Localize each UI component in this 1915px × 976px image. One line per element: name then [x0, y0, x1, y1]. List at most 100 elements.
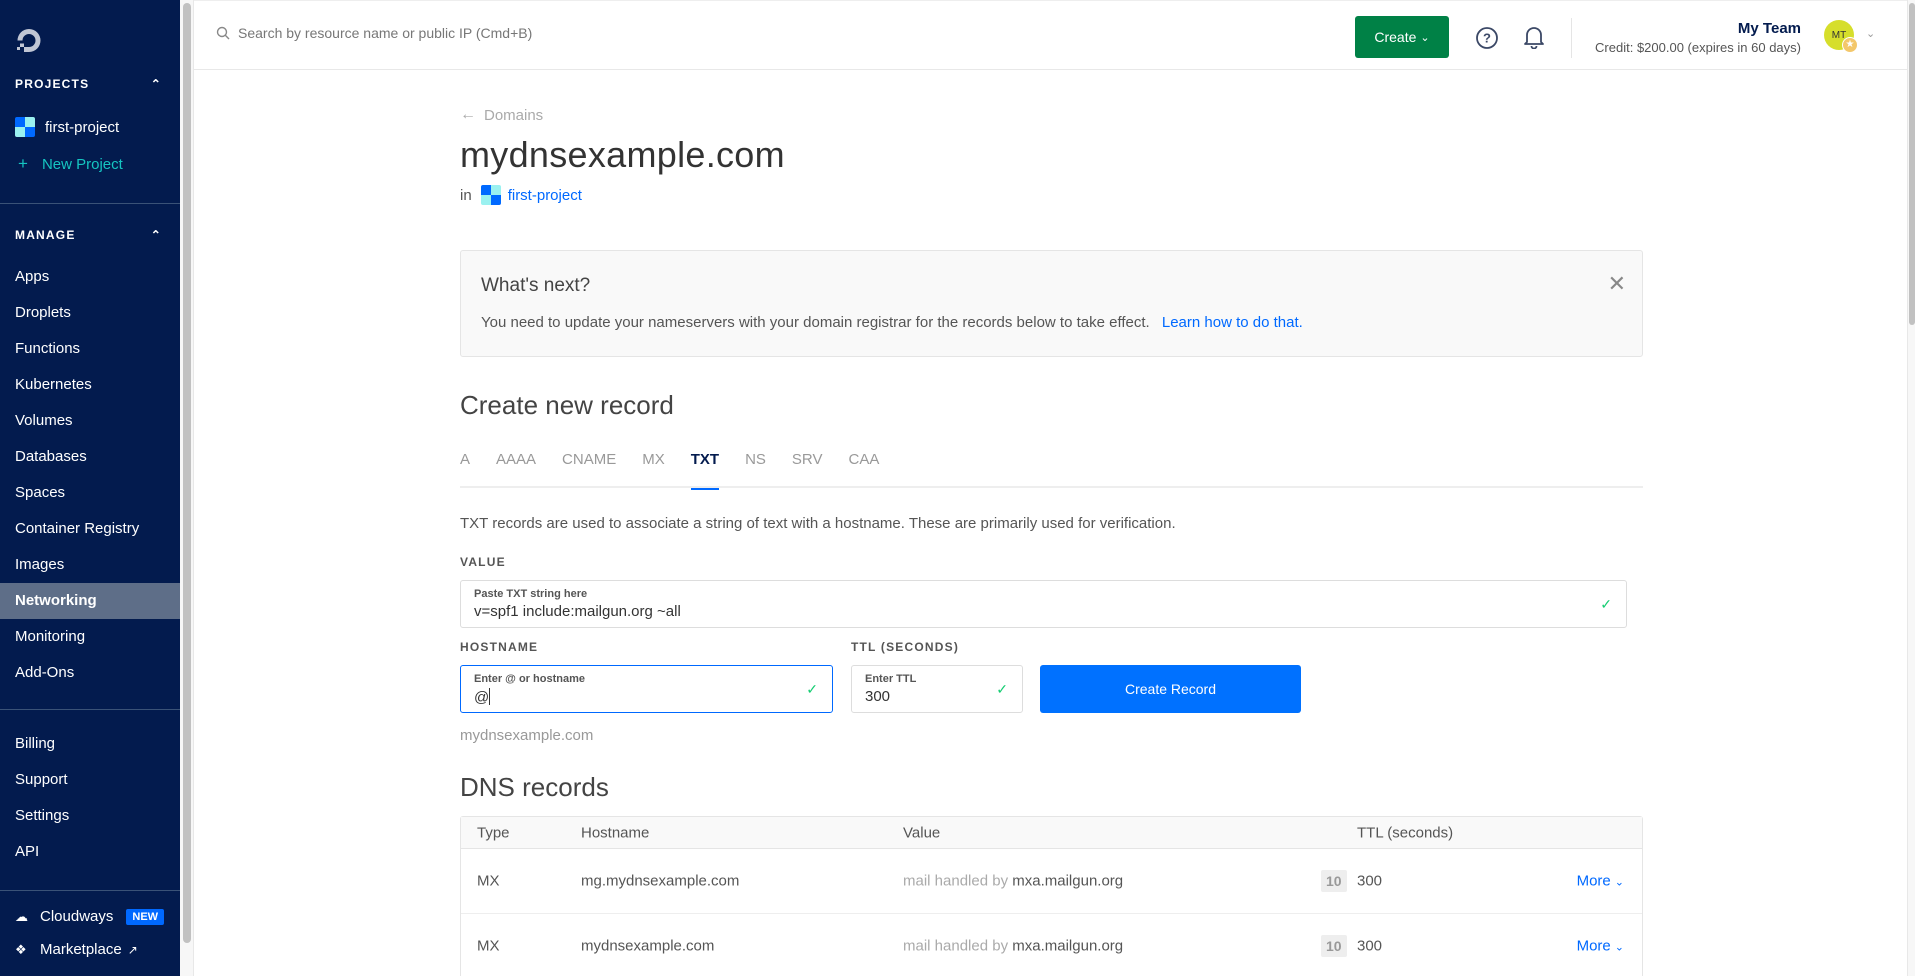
- back-to-domains-link[interactable]: ← Domains: [460, 106, 543, 124]
- team-info[interactable]: My Team Credit: $200.00 (expires in 60 d…: [1595, 20, 1801, 55]
- txt-value-input[interactable]: v=spf1 include:mailgun.org ~all: [474, 603, 1406, 620]
- more-button[interactable]: More ⌄: [1577, 938, 1624, 955]
- sidebar-item-api[interactable]: API: [0, 834, 180, 870]
- sidebar-item-spaces[interactable]: Spaces: [0, 475, 180, 511]
- tab-srv[interactable]: SRV: [792, 451, 823, 488]
- top-bar: Search by resource name or public IP (Cm…: [194, 0, 1907, 70]
- record-value: mail handled by mxa.mailgun.org: [903, 873, 1123, 890]
- tab-mx[interactable]: MX: [642, 451, 665, 488]
- manage-heading: MANAGE: [15, 228, 76, 242]
- column-header-type[interactable]: Type: [477, 824, 510, 841]
- record-type-tabs: A AAAA CNAME MX TXT NS SRV CAA: [460, 451, 1643, 490]
- tab-ns[interactable]: NS: [745, 451, 766, 488]
- topbar-divider: [1571, 18, 1572, 58]
- notice-title: What's next?: [481, 275, 591, 296]
- projects-heading: PROJECTS: [15, 77, 90, 91]
- hostname-input[interactable]: @: [474, 688, 771, 706]
- search-input[interactable]: Search by resource name or public IP (Cm…: [238, 25, 532, 41]
- create-button[interactable]: Create ⌄: [1355, 16, 1449, 58]
- digitalocean-logo-icon[interactable]: [14, 26, 44, 56]
- chevron-up-icon[interactable]: ⌃: [151, 77, 162, 91]
- sidebar-item-images[interactable]: Images: [0, 547, 180, 583]
- new-project-label: New Project: [41, 155, 123, 173]
- record-description: TXT records are used to associate a stri…: [460, 515, 1176, 532]
- create-record-heading: Create new record: [460, 390, 674, 420]
- sidebar-item-volumes[interactable]: Volumes: [0, 403, 180, 439]
- ttl-label: TTL (SECONDS): [851, 640, 960, 654]
- tab-aaaa[interactable]: AAAA: [496, 451, 536, 488]
- record-ttl: 300: [1357, 937, 1383, 955]
- learn-how-link[interactable]: Learn how to do that.: [1162, 314, 1303, 331]
- sidebar-item-droplets[interactable]: Droplets: [0, 295, 180, 331]
- page-title: mydnsexample.com: [460, 134, 785, 175]
- sidebar-divider: [0, 890, 180, 891]
- sidebar-item-apps[interactable]: Apps: [0, 259, 180, 295]
- column-header-value[interactable]: Value: [903, 824, 940, 841]
- sidebar-item-add-ons[interactable]: Add-Ons: [0, 655, 180, 691]
- hostname-field[interactable]: Enter @ or hostname @ ✓: [460, 665, 833, 713]
- value-label: VALUE: [460, 555, 506, 569]
- project-link[interactable]: first-project: [508, 187, 582, 204]
- value-target: mxa.mailgun.org: [1012, 872, 1124, 890]
- tab-txt[interactable]: TXT: [690, 451, 720, 490]
- sidebar-item-settings[interactable]: Settings: [0, 798, 180, 834]
- value-target: mxa.mailgun.org: [1012, 937, 1124, 955]
- marketplace-label: Marketplace: [40, 941, 122, 958]
- project-icon: [15, 117, 35, 137]
- project-label: first-project: [45, 118, 120, 136]
- more-label: More: [1576, 937, 1611, 955]
- priority-badge: 10: [1321, 870, 1347, 892]
- ttl-field-label: Enter TTL: [865, 673, 917, 685]
- sidebar-scrollbar-thumb[interactable]: [183, 3, 191, 943]
- bell-icon[interactable]: [1523, 25, 1545, 49]
- sidebar-item-functions[interactable]: Functions: [0, 331, 180, 367]
- chevron-down-icon: ⌄: [1614, 876, 1624, 889]
- ttl-field[interactable]: Enter TTL 300 ✓: [851, 665, 1023, 713]
- priority-badge: 10: [1321, 935, 1347, 957]
- projects-section-header[interactable]: PROJECTS ⌃: [15, 77, 162, 91]
- main-scrollbar-thumb[interactable]: [1909, 3, 1915, 325]
- sidebar-item-databases[interactable]: Databases: [0, 439, 180, 475]
- arrow-left-icon: ←: [460, 106, 476, 123]
- more-button[interactable]: More ⌄: [1577, 873, 1624, 890]
- column-header-hostname[interactable]: Hostname: [581, 824, 649, 841]
- tab-a[interactable]: A: [460, 451, 470, 488]
- hostname-field-label: Enter @ or hostname: [474, 673, 585, 685]
- ttl-input[interactable]: 300: [865, 688, 1001, 705]
- create-record-button[interactable]: Create Record: [1040, 665, 1301, 713]
- check-icon: ✓: [1600, 596, 1612, 612]
- sidebar-item-marketplace[interactable]: ❖ Marketplace ↗: [15, 941, 138, 958]
- table-row: MX mydnsexample.com mail handled by mxa.…: [461, 914, 1642, 976]
- txt-value-field[interactable]: Paste TXT string here v=spf1 include:mai…: [460, 580, 1627, 628]
- chevron-up-icon[interactable]: ⌃: [151, 228, 162, 242]
- cube-icon: ❖: [15, 941, 27, 957]
- search-bar[interactable]: Search by resource name or public IP (Cm…: [216, 25, 532, 41]
- manage-section-header[interactable]: MANAGE ⌃: [15, 228, 162, 242]
- chevron-down-icon[interactable]: ⌄: [1866, 27, 1875, 40]
- column-header-ttl[interactable]: TTL (seconds): [1357, 824, 1453, 841]
- project-icon: [480, 185, 501, 205]
- sidebar-item-cloudways[interactable]: ☁ Cloudways NEW: [15, 908, 165, 925]
- sidebar-project-first-project[interactable]: first-project: [15, 117, 119, 137]
- sidebar-item-container-registry[interactable]: Container Registry: [0, 511, 180, 547]
- close-icon[interactable]: ✕: [1608, 273, 1626, 295]
- tab-caa[interactable]: CAA: [848, 451, 879, 488]
- cloud-icon: ☁: [15, 908, 28, 924]
- sidebar-item-networking[interactable]: Networking: [0, 583, 180, 619]
- sidebar-item-support[interactable]: Support: [0, 762, 180, 798]
- project-assignment: in first-project: [460, 185, 582, 205]
- sidebar-divider: [0, 709, 180, 710]
- sidebar-item-billing[interactable]: Billing: [0, 726, 180, 762]
- help-icon[interactable]: ?: [1475, 26, 1499, 50]
- credit-text: Credit: $200.00 (expires in 60 days): [1595, 40, 1801, 55]
- new-project-button[interactable]: + New Project: [15, 154, 123, 174]
- sidebar-item-monitoring[interactable]: Monitoring: [0, 619, 180, 655]
- record-type: MX: [477, 872, 500, 890]
- tab-cname[interactable]: CNAME: [562, 451, 616, 488]
- value-prefix: mail handled by: [903, 937, 1009, 955]
- check-icon: ✓: [806, 681, 818, 697]
- svg-text:?: ?: [1483, 31, 1491, 46]
- record-hostname: mg.mydnsexample.com: [581, 872, 740, 890]
- notice-text: You need to update your nameservers with…: [481, 314, 1303, 331]
- sidebar-item-kubernetes[interactable]: Kubernetes: [0, 367, 180, 403]
